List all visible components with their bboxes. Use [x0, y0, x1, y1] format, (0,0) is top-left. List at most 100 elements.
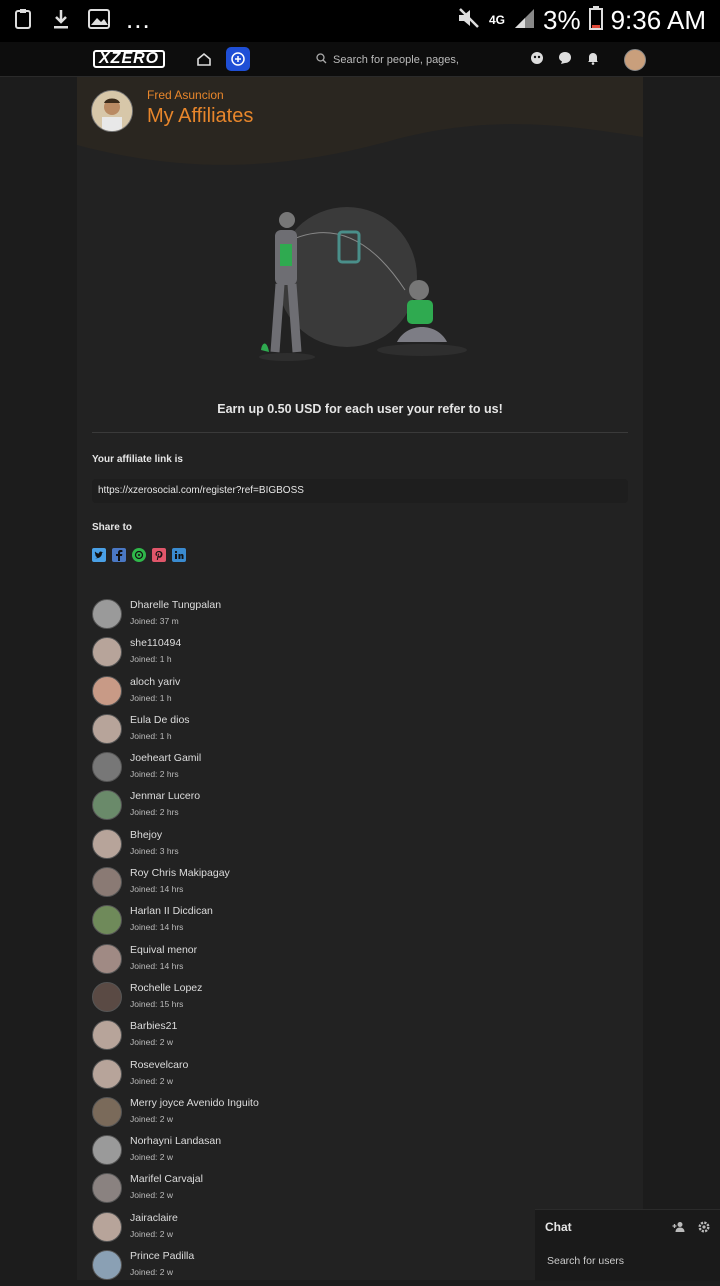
list-item[interactable]: Marifel Carvajal Joined: 2 w: [92, 1171, 628, 1209]
affiliate-name[interactable]: Joeheart Gamil: [130, 752, 201, 764]
affiliate-joined-time: Joined: 2 w: [130, 1152, 173, 1163]
avatar[interactable]: [92, 1058, 122, 1089]
avatar[interactable]: [92, 790, 122, 821]
affiliate-name[interactable]: Dharelle Tungpalan: [130, 599, 221, 611]
avatar[interactable]: [92, 981, 122, 1012]
affiliate-name[interactable]: Eula De dios: [130, 714, 190, 726]
affiliate-name[interactable]: Bhejoy: [130, 829, 162, 841]
list-item[interactable]: Dharelle Tungpalan Joined: 37 m: [92, 597, 628, 635]
list-item[interactable]: Eula De dios Joined: 1 h: [92, 712, 628, 750]
avatar[interactable]: [92, 943, 122, 974]
whatsapp-icon[interactable]: [132, 548, 146, 562]
battery-percent: 3%: [543, 5, 581, 35]
chat-widget: Chat: [535, 1209, 720, 1281]
affiliate-joined-time: Joined: 2 w: [130, 1190, 173, 1201]
affiliate-name[interactable]: Jenmar Lucero: [130, 790, 200, 802]
top-navigation: XZERO: [0, 42, 720, 77]
avatar[interactable]: [92, 1096, 122, 1127]
affiliate-name[interactable]: Rosevelcaro: [130, 1059, 188, 1071]
friends-icon[interactable]: [530, 51, 544, 65]
affiliate-joined-time: Joined: 2 hrs: [130, 807, 179, 818]
chat-title[interactable]: Chat: [545, 1220, 572, 1234]
affiliate-name[interactable]: Norhayni Landasan: [130, 1135, 221, 1147]
search-input[interactable]: [331, 53, 475, 67]
list-item[interactable]: Jenmar Lucero Joined: 2 hrs: [92, 788, 628, 826]
avatar[interactable]: [91, 90, 133, 132]
list-item[interactable]: Merry joyce Avenido Inguito Joined: 2 w: [92, 1095, 628, 1133]
notifications-icon[interactable]: [586, 51, 600, 65]
home-icon[interactable]: [196, 51, 212, 67]
list-item[interactable]: she110494 Joined: 1 h: [92, 635, 628, 673]
create-post-button[interactable]: [226, 47, 250, 71]
list-item[interactable]: Roy Chris Makipagay Joined: 14 hrs: [92, 865, 628, 903]
list-item[interactable]: aloch yariv Joined: 1 h: [92, 674, 628, 712]
avatar[interactable]: [92, 1211, 122, 1242]
affiliate-joined-time: Joined: 2 w: [130, 1037, 173, 1048]
affiliate-name[interactable]: Prince Padilla: [130, 1250, 194, 1262]
messages-icon[interactable]: [558, 51, 572, 65]
avatar[interactable]: [92, 675, 122, 706]
avatar[interactable]: [92, 1135, 122, 1166]
add-group-icon[interactable]: [672, 1220, 686, 1232]
twitter-icon[interactable]: [92, 548, 106, 562]
list-item[interactable]: Bhejoy Joined: 3 hrs: [92, 827, 628, 865]
mute-icon: [457, 7, 481, 34]
affiliate-joined-time: Joined: 37 m: [130, 616, 179, 626]
affiliate-joined-time: Joined: 1 h: [130, 730, 172, 741]
list-item[interactable]: Rochelle Lopez Joined: 15 hrs: [92, 980, 628, 1018]
image-icon: [88, 6, 110, 32]
affiliate-name[interactable]: aloch yariv: [130, 676, 180, 688]
share-buttons: [92, 548, 186, 562]
avatar[interactable]: [92, 1173, 122, 1204]
affiliate-name[interactable]: Equival menor: [130, 944, 197, 956]
status-bar: ... 4G 3% 9:36 AM: [0, 0, 720, 42]
affiliate-name[interactable]: Rochelle Lopez: [130, 982, 202, 994]
more-notifications-indicator: ...: [126, 4, 151, 34]
list-item[interactable]: Harlan II Dicdican Joined: 14 hrs: [92, 903, 628, 941]
earn-message: Earn up 0.50 USD for each user your refe…: [217, 402, 503, 416]
affiliate-name[interactable]: Jairaclaire: [130, 1212, 178, 1224]
affiliate-joined-time: Joined: 1 h: [130, 692, 172, 703]
avatar[interactable]: [92, 1250, 122, 1281]
gear-icon[interactable]: [698, 1220, 712, 1233]
list-item[interactable]: Joeheart Gamil Joined: 2 hrs: [92, 750, 628, 788]
avatar[interactable]: [92, 752, 122, 783]
affiliate-joined-time: Joined: 15 hrs: [130, 998, 184, 1009]
affiliate-name[interactable]: Roy Chris Makipagay: [130, 867, 230, 879]
affiliate-name[interactable]: Barbies21: [130, 1020, 177, 1032]
affiliate-name[interactable]: Harlan II Dicdican: [130, 905, 213, 917]
avatar[interactable]: [92, 637, 122, 668]
affiliate-name[interactable]: she110494: [130, 637, 181, 649]
avatar[interactable]: [92, 867, 122, 898]
affiliate-joined-time: Joined: 2 hrs: [130, 769, 179, 780]
avatar[interactable]: [92, 1020, 122, 1051]
avatar[interactable]: [92, 828, 122, 859]
user-avatar-menu[interactable]: [624, 49, 646, 71]
affiliates-panel: Fred Asuncion My Affiliates Earn up 0.50…: [77, 77, 643, 1281]
affiliate-joined-time: Joined: 14 hrs: [130, 884, 184, 895]
list-item[interactable]: Norhayni Landasan Joined: 2 w: [92, 1133, 628, 1171]
avatar[interactable]: [92, 599, 122, 629]
pinterest-icon[interactable]: [152, 548, 166, 562]
page-header: Fred Asuncion My Affiliates: [77, 77, 643, 167]
affiliate-name[interactable]: Merry joyce Avenido Inguito: [130, 1097, 259, 1109]
affiliate-illustration: [259, 207, 467, 361]
list-item[interactable]: Barbies21 Joined: 2 w: [92, 1018, 628, 1056]
affiliate-joined-time: Joined: 14 hrs: [130, 960, 184, 971]
download-icon: [50, 6, 72, 32]
affiliate-link-field[interactable]: [92, 479, 628, 503]
facebook-icon[interactable]: [112, 548, 126, 562]
chat-search-input[interactable]: [545, 1254, 714, 1268]
avatar[interactable]: [92, 905, 122, 936]
list-item[interactable]: Equival menor Joined: 14 hrs: [92, 942, 628, 980]
site-logo[interactable]: XZERO: [93, 50, 166, 68]
affiliate-joined-time: Joined: 14 hrs: [130, 922, 184, 933]
profile-name-link[interactable]: Fred Asuncion: [147, 88, 224, 102]
affiliate-joined-time: Joined: 2 w: [130, 1113, 173, 1124]
list-item[interactable]: Rosevelcaro Joined: 2 w: [92, 1057, 628, 1095]
avatar[interactable]: [92, 713, 122, 744]
affiliate-joined-time: Joined: 2 w: [130, 1075, 173, 1086]
affiliate-joined-time: Joined: 2 w: [130, 1228, 173, 1239]
linkedin-icon[interactable]: [172, 548, 186, 562]
affiliate-name[interactable]: Marifel Carvajal: [130, 1173, 203, 1185]
